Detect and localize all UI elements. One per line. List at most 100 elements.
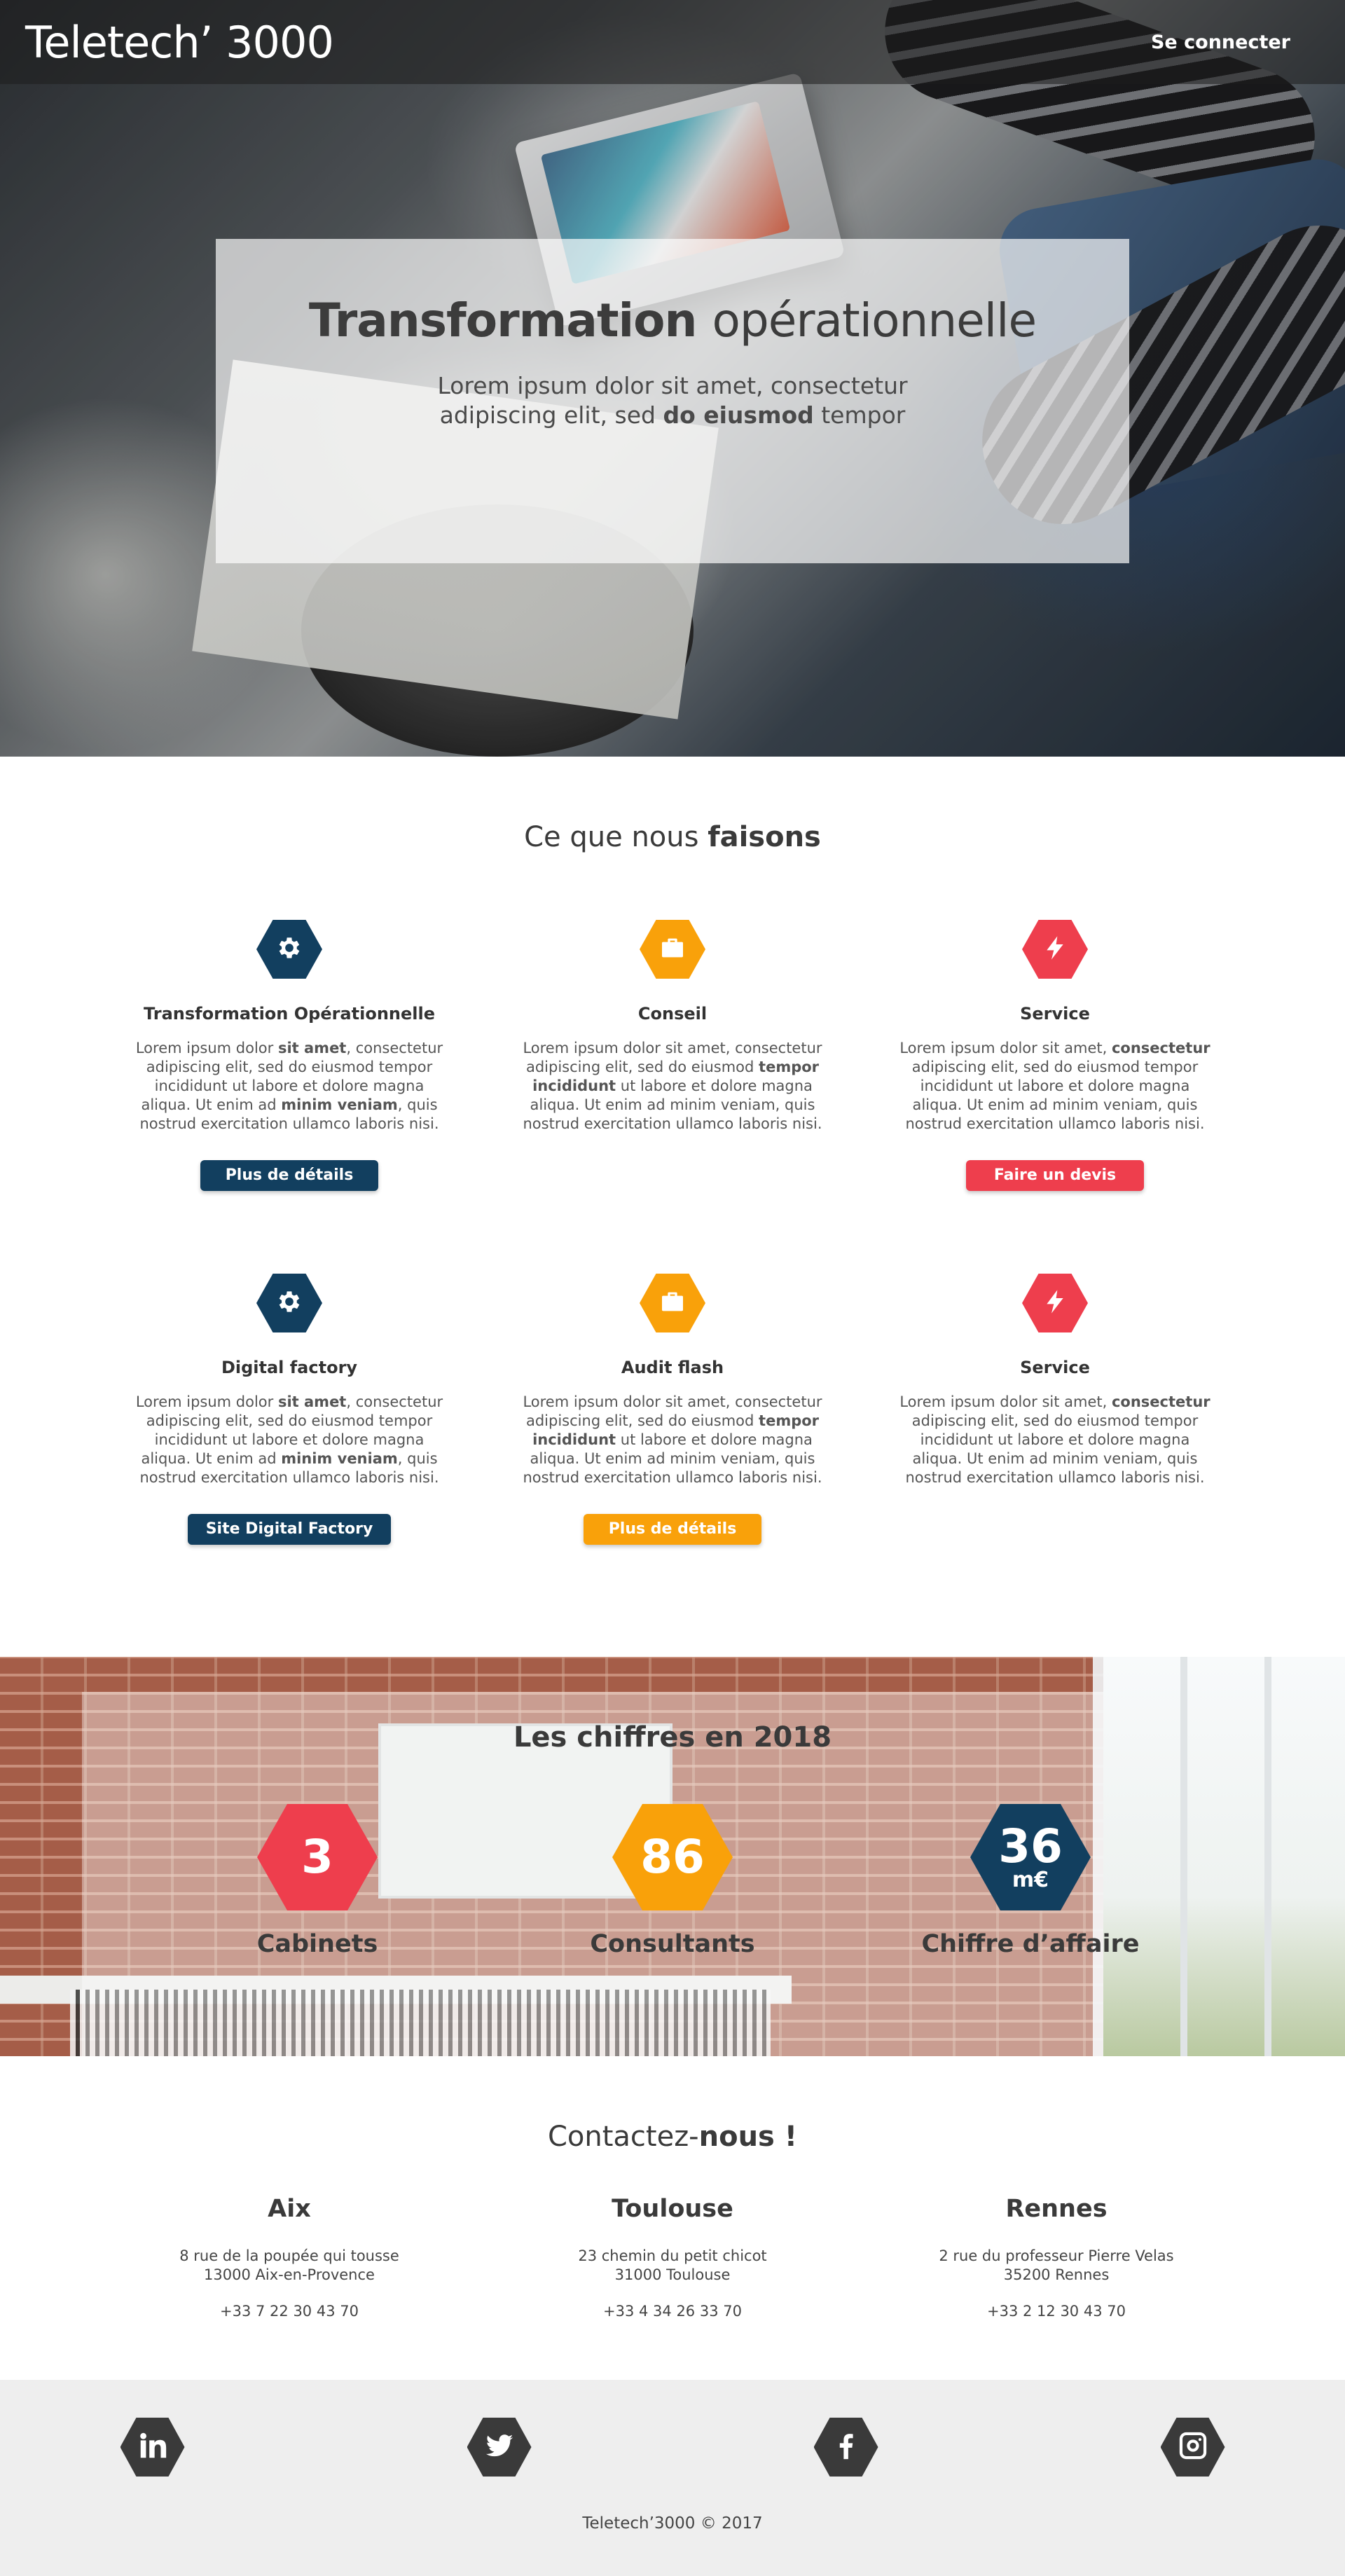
gear-icon (275, 1288, 303, 1318)
hero-section: Teletech’ 3000 Se connecter Transformati… (0, 0, 1345, 757)
services-grid: Transformation Opérationnelle Lorem ipsum… (0, 853, 1345, 1554)
stats-title-bold: chiffres en 2018 (577, 1721, 832, 1754)
office-phone[interactable]: +33 4 34 26 33 70 (504, 2303, 841, 2320)
stat-item: 86 Consultants (525, 1804, 820, 1958)
hero-title-light: opérationnelle (712, 294, 1037, 347)
service-card: Service Lorem ipsum dolor sit amet, conse… (897, 920, 1213, 1191)
service-description-bold: sit amet (277, 1040, 347, 1056)
office-address-line: 23 chemin du petit chicot (578, 2247, 767, 2264)
office-address-line: 31000 Toulouse (614, 2266, 731, 2283)
service-action-button[interactable]: Plus de détails (584, 1514, 761, 1545)
twitter-link[interactable] (467, 2418, 532, 2477)
site-logo[interactable]: Teletech’ 3000 (25, 17, 334, 68)
service-icon-badge (1022, 920, 1088, 979)
stat-badge: 86 (612, 1804, 733, 1910)
linkedin-link[interactable] (120, 2418, 185, 2477)
service-description-part: Lorem ipsum dolor (135, 1040, 278, 1056)
lightning-icon (1041, 1288, 1069, 1318)
stat-value: 36 (998, 1819, 1063, 1873)
service-description-bold: consectetur (1111, 1040, 1210, 1056)
service-card: Service Lorem ipsum dolor sit amet, conse… (897, 1274, 1213, 1487)
office-phone[interactable]: +33 7 22 30 43 70 (121, 2303, 457, 2320)
service-description-part: Lorem ipsum dolor (135, 1393, 278, 1410)
services-section: Ce que nous faisons Transformation Opéra… (0, 757, 1345, 1657)
office-address: 8 rue de la poupée qui tousse 13000 Aix-e… (121, 2247, 457, 2285)
service-description: Lorem ipsum dolor sit amet, consectetur … (897, 1039, 1213, 1134)
service-card: Audit flash Lorem ipsum dolor sit amet, c… (515, 1274, 830, 1545)
lightning-icon (1041, 934, 1069, 965)
services-title-bold: faisons (708, 821, 821, 853)
service-action-button[interactable]: Site Digital Factory (187, 1514, 392, 1545)
top-navbar: Teletech’ 3000 Se connecter (0, 0, 1345, 84)
service-title: Audit flash (621, 1358, 724, 1377)
office-address: 23 chemin du petit chicot 31000 Toulouse (504, 2247, 841, 2285)
hero-subtitle: Lorem ipsum dolor sit amet, consectetur … (406, 371, 939, 430)
office-address-line: 2 rue du professeur Pierre Velas (939, 2247, 1174, 2264)
service-description-part: adipiscing elit, sed do eiusmod tempor i… (905, 1059, 1205, 1132)
contact-title: Contactez-nous ! (0, 2121, 1345, 2153)
service-title: Conseil (637, 1004, 708, 1024)
service-description-part: Lorem ipsum dolor sit amet, (899, 1393, 1112, 1410)
stat-label: Consultants (590, 1930, 755, 1958)
office-card: Aix 8 rue de la poupée qui tousse 13000 Ai… (121, 2195, 457, 2320)
instagram-link[interactable] (1160, 2418, 1225, 2477)
instagram-icon (1177, 2430, 1209, 2465)
service-description-bold: minim veniam (281, 1096, 398, 1113)
service-description: Lorem ipsum dolor sit amet, consectetur … (515, 1039, 830, 1134)
stat-label: Chiffre d’affaire (921, 1930, 1140, 1958)
office-card: Rennes 2 rue du professeur Pierre Velas 35… (888, 2195, 1225, 2320)
offices-list: Aix 8 rue de la poupée qui tousse 13000 Ai… (0, 2195, 1345, 2405)
stat-badge: 3 (257, 1804, 378, 1910)
service-card: Digital factory Lorem ipsum dolor sit ame… (132, 1274, 447, 1545)
service-action-button[interactable]: Faire un devis (966, 1160, 1144, 1191)
office-phone[interactable]: +33 2 12 30 43 70 (888, 2303, 1225, 2320)
stat-unit: m€ (1012, 1868, 1049, 1892)
copyright-text: Teletech’3000 © 2017 (582, 2514, 763, 2533)
service-title: Service (1020, 1004, 1090, 1024)
services-title: Ce que nous faisons (0, 821, 1345, 853)
service-description: Lorem ipsum dolor sit amet, consectetur … (897, 1393, 1213, 1487)
office-address-line: 8 rue de la poupée qui tousse (179, 2247, 399, 2264)
office-card: Toulouse 23 chemin du petit chicot 31000 T… (504, 2195, 841, 2320)
stats-section: Les chiffres en 2018 3 Cabinets 86 Consulta… (0, 1657, 1345, 2056)
office-city: Aix (268, 2195, 311, 2223)
service-title: Transformation Opérationnelle (144, 1004, 435, 1024)
briefcase-icon (658, 1288, 687, 1318)
hero-subtitle-bold: do eiusmod (663, 401, 814, 429)
services-title-regular: Ce que nous (524, 821, 708, 853)
service-description: Lorem ipsum dolor sit amet, consectetur … (132, 1039, 447, 1134)
service-action-button[interactable]: Plus de détails (200, 1160, 378, 1191)
service-card: Transformation Opérationnelle Lorem ipsum… (132, 920, 447, 1191)
service-description-part: Lorem ipsum dolor sit amet, (899, 1040, 1112, 1056)
office-address-line: 35200 Rennes (1003, 2266, 1110, 2283)
contact-title-regular: Contactez- (547, 2121, 699, 2153)
login-link[interactable]: Se connecter (1151, 32, 1290, 53)
service-card: Conseil Lorem ipsum dolor sit amet, conse… (515, 920, 830, 1134)
contact-title-bold: nous ! (698, 2121, 798, 2153)
stat-item: 3 Cabinets (170, 1804, 464, 1958)
hero-title-bold: Transformation (308, 294, 698, 347)
office-city: Rennes (1005, 2195, 1108, 2223)
service-icon-badge (640, 1274, 705, 1332)
contact-section: Contactez-nous ! Aix 8 rue de la poupée q… (0, 2056, 1345, 2380)
stats-title-regular: Les (513, 1721, 577, 1754)
stat-value: 3 (301, 1830, 333, 1884)
service-description-bold: sit amet (277, 1393, 347, 1410)
site-footer: Teletech’3000 © 2017 (0, 2380, 1345, 2576)
stat-item: 36 m€ Chiffre d’affaire (883, 1804, 1178, 1958)
office-city: Toulouse (612, 2195, 733, 2223)
stat-badge: 36 m€ (970, 1804, 1091, 1910)
service-description: Lorem ipsum dolor sit amet, consectetur … (132, 1393, 447, 1487)
service-icon-badge (640, 920, 705, 979)
twitter-icon (483, 2430, 516, 2465)
service-icon-badge (256, 1274, 322, 1332)
stat-label: Cabinets (256, 1930, 378, 1958)
stat-value: 86 (640, 1830, 705, 1884)
service-title: Digital factory (221, 1358, 358, 1377)
office-address: 2 rue du professeur Pierre Velas 35200 Re… (888, 2247, 1225, 2285)
hero-subtitle-part: tempor (813, 401, 906, 429)
service-description: Lorem ipsum dolor sit amet, consectetur … (515, 1393, 830, 1487)
facebook-link[interactable] (813, 2418, 878, 2477)
linkedin-icon (137, 2430, 169, 2465)
briefcase-icon (658, 934, 687, 965)
